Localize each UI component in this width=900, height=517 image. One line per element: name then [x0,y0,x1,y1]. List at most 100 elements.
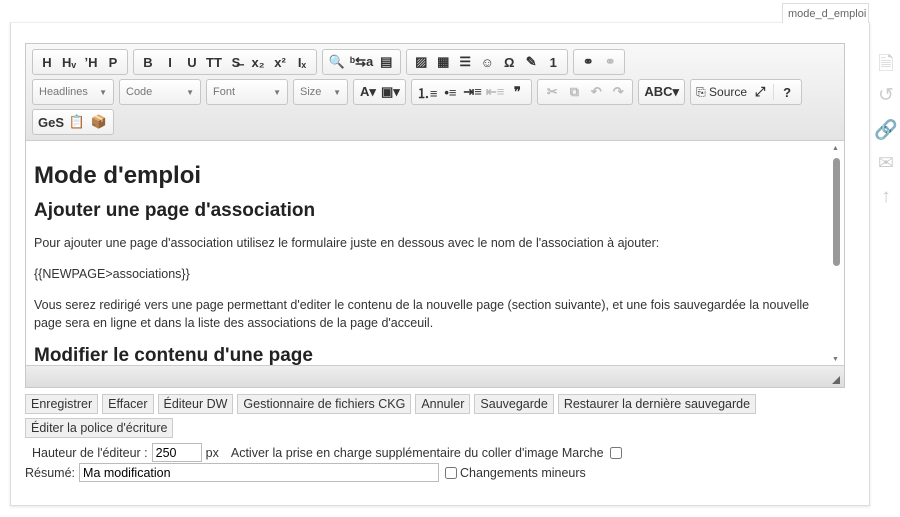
content-p: Pour ajouter une page d'association util… [34,234,836,252]
highlight-icon[interactable]: ✎ [520,54,542,70]
undo-icon[interactable]: ↶ [585,84,607,100]
table-icon[interactable]: ▦ [432,54,454,70]
resize-grip-icon[interactable] [832,376,840,384]
source-button[interactable]: ⎘ Source [694,85,749,100]
page-source-icon[interactable]: 🗎 [874,50,898,84]
back-to-top-icon[interactable]: ↑ [874,186,898,220]
replace-icon[interactable]: ᵇ⇆a [348,54,375,70]
remove-format-icon[interactable]: Iₓ [291,55,313,70]
horizontal-rule-icon[interactable]: ☰ [454,54,476,70]
special-char-icon[interactable]: Ω [498,55,520,70]
outdent-icon[interactable]: ⇤≡ [484,84,506,100]
toolbar-group: ⒈≡•≡⇥≡⇤≡❞ [411,79,533,105]
action-button[interactable]: Restaurer la dernière sauvegarde [558,394,756,414]
italic-icon[interactable]: I [159,55,181,70]
underline-icon[interactable]: U [181,55,203,70]
action-buttons: EnregistrerEffacerÉditeur DWGestionnaire… [25,394,815,438]
action-button[interactable]: Gestionnaire de fichiers CKG [237,394,411,414]
monospace-icon[interactable]: TT [203,55,225,70]
bg-color-icon[interactable]: ▣▾ [379,84,402,100]
source-label: Source [709,85,747,99]
bullet-list-icon[interactable]: •≡ [439,85,461,100]
strikethrough-icon[interactable]: S̶ [225,55,247,70]
editor-toolbar: HHᵥʼHPBIUTTS̶x₂x²Iₓ🔍ᵇ⇆a▤▨▦☰☺Ω✎1⚭⚭ Headli… [26,44,844,141]
ges-plugin-icon[interactable]: GeS [36,115,66,130]
editor-height-input[interactable] [152,443,202,462]
font-dropdown[interactable]: Font▼ [206,79,288,105]
combo-label: Code [126,86,152,98]
height-label: Hauteur de l'éditeur : [32,446,148,460]
toolbar-group: ABC▾ [638,79,685,105]
paste-icon[interactable]: 📋 [66,114,88,130]
image-icon[interactable]: ▨ [410,54,432,70]
unlink-icon[interactable]: ⚭ [599,54,621,70]
heading-1-icon[interactable]: H [36,55,58,70]
paragraph-icon[interactable]: P [102,55,124,70]
paste-support-label: Activer la prise en charge supplémentair… [231,446,604,460]
content-h2: Ajouter une page d'association [34,200,836,222]
action-button[interactable]: Effacer [102,394,153,414]
toolbar-group: ▨▦☰☺Ω✎1 [406,49,568,75]
separator [773,84,774,100]
combo-label: Size [300,86,321,98]
spellcheck-icon[interactable]: ABC▾ [642,84,681,100]
find-icon[interactable]: 🔍 [326,54,348,70]
action-button[interactable]: Éditer la police d'écriture [25,418,173,438]
editor-height-row: Hauteur de l'éditeur : px Activer la pri… [32,443,624,462]
superscript-icon[interactable]: x² [269,55,291,70]
redo-icon[interactable]: ↷ [607,84,629,100]
minor-changes-checkbox[interactable] [445,467,457,479]
headlines-dropdown[interactable]: Headlines▼ [32,79,114,105]
email-icon[interactable]: ✉ [874,152,898,186]
toolbar-group: GeS📋📦 [32,109,114,135]
toolbar-group: HHᵥʼHP [32,49,128,75]
scroll-down-icon[interactable]: ▼ [832,356,839,363]
content-h1: Mode d'emploi [34,162,836,190]
footnote-icon[interactable]: 1 [542,55,564,70]
toolbar-group: ✂⧉↶↷ [537,79,633,105]
summary-input[interactable] [79,463,439,482]
combo-label: Headlines [39,86,88,98]
maximize-icon[interactable]: ⤢ [749,84,771,100]
paste-support-checkbox[interactable] [610,447,622,459]
code-block-icon[interactable]: ▤ [375,54,397,70]
bold-icon[interactable]: B [137,55,159,70]
action-button[interactable]: Sauvegarde [474,394,553,414]
scroll-up-icon[interactable]: ▲ [832,145,839,152]
smiley-icon[interactable]: ☺ [476,55,498,70]
heading-3-icon[interactable]: ʼH [80,55,102,70]
editor-scrollbar[interactable]: ▲ ▼ [828,142,844,366]
subscript-icon[interactable]: x₂ [247,55,269,70]
scroll-thumb[interactable] [833,158,840,266]
source-group: ⎘ Source⤢? [690,79,802,105]
wysiwyg-editor: HHᵥʼHPBIUTTS̶x₂x²Iₓ🔍ᵇ⇆a▤▨▦☰☺Ω✎1⚭⚭ Headli… [25,43,845,388]
editor-statusbar [26,365,844,387]
link-icon[interactable]: ⚭ [577,54,599,70]
action-button[interactable]: Annuler [415,394,470,414]
content-p: {{NEWPAGE>associations}} [34,265,836,283]
code-dropdown[interactable]: Code▼ [119,79,201,105]
cut-icon[interactable]: ✂ [541,84,563,100]
package-icon[interactable]: 📦 [88,114,110,130]
toolbar-group: BIUTTS̶x₂x²Iₓ [133,49,317,75]
history-icon[interactable]: ↺ [874,84,898,118]
page-id-tab: mode_d_emploi [782,3,869,23]
help-icon[interactable]: ? [776,85,798,100]
summary-label: Résumé: [25,466,75,480]
size-dropdown[interactable]: Size▼ [293,79,348,105]
content-h2: Modifier le contenu d'une page [34,345,836,366]
minor-changes-label: Changements mineurs [460,466,586,480]
copy-icon[interactable]: ⧉ [563,84,585,100]
text-color-icon[interactable]: A▾ [357,84,379,100]
toolbar-group: A▾▣▾ [353,79,406,105]
backlinks-icon[interactable]: 🔗 [874,118,898,152]
action-button[interactable]: Éditeur DW [158,394,234,414]
page-tools: 🗎 ↺ 🔗 ✉ ↑ [874,50,898,220]
blockquote-icon[interactable]: ❞ [506,84,528,100]
heading-2-icon[interactable]: Hᵥ [58,55,80,70]
summary-row: Résumé: Changements mineurs [25,463,586,482]
indent-icon[interactable]: ⇥≡ [461,84,483,100]
editor-content[interactable]: Mode d'emploi Ajouter une page d'associa… [26,142,844,366]
action-button[interactable]: Enregistrer [25,394,98,414]
numbered-list-icon[interactable]: ⒈≡ [415,83,440,102]
